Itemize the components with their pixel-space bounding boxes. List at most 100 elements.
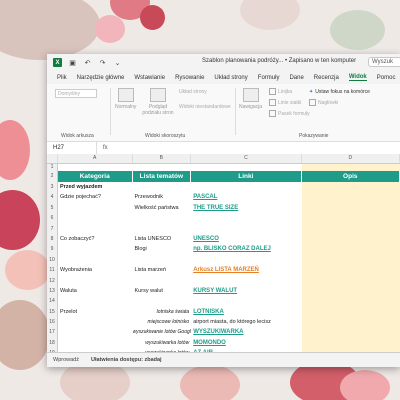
tab-widok[interactable]: Widok (348, 74, 367, 81)
cell-kategoria[interactable]: Przelot (58, 307, 133, 317)
cell-kategoria[interactable]: Wyobrażenia (58, 265, 133, 275)
cell-linki[interactable]: Arkusz LISTA MARZEŃ (191, 265, 301, 275)
cell-lista[interactable] (133, 276, 192, 286)
page-layout-button[interactable]: Układ strony (179, 89, 207, 95)
row-number[interactable]: 13 (47, 285, 58, 297)
hyperlink[interactable]: KURSY WALUT (193, 288, 237, 294)
cell-lista[interactable]: miejscowe lotnisko (133, 317, 192, 327)
cell-lista[interactable] (133, 182, 192, 192)
cell-lista[interactable]: Wielkość państwa (133, 203, 192, 213)
column-header-a[interactable]: A (58, 154, 133, 163)
cell-opis[interactable] (301, 244, 400, 255)
column-header-c[interactable]: C (191, 154, 302, 163)
custom-views-button[interactable]: Widoki niestandardowe (179, 104, 231, 110)
cell-linki[interactable]: UNESCO (191, 234, 301, 244)
cell-lista[interactable]: Lista marzeń (133, 265, 192, 275)
cell-opis[interactable] (301, 265, 400, 276)
sheet-view-dropdown[interactable]: Domyślny (55, 89, 97, 98)
header-kategoria[interactable]: Kategoria (57, 171, 133, 182)
save-icon[interactable]: ▣ (68, 58, 77, 67)
cell-opis[interactable] (301, 317, 400, 328)
row-number[interactable]: 17 (47, 327, 58, 338)
hyperlink[interactable]: UNESCO (193, 236, 219, 242)
cell-kategoria[interactable]: Przed wyjazdem (58, 182, 133, 192)
cell-opis[interactable] (301, 182, 400, 193)
cell-lista[interactable]: Przewodnik (133, 192, 192, 202)
cell-linki[interactable]: MOMONDO (191, 338, 301, 348)
undo-icon[interactable]: ↶ (83, 58, 92, 67)
cell-lista[interactable] (133, 213, 192, 223)
hyperlink[interactable]: WYSZUKIWARKA (193, 329, 243, 335)
cell-linki[interactable] (191, 276, 301, 286)
cell-linki[interactable]: PASCAL (191, 192, 301, 202)
hyperlink[interactable]: LOTNISKA (193, 309, 224, 315)
row-number[interactable]: 12 (47, 275, 58, 286)
cell-lista[interactable] (133, 224, 192, 234)
hyperlink[interactable]: np. BLISKO CORAZ DALEJ (193, 246, 271, 252)
tab-formuły[interactable]: Formuły (258, 75, 280, 81)
cell-linki[interactable] (191, 182, 301, 192)
cell-opis[interactable] (301, 337, 400, 349)
cell-linki[interactable]: WYSZUKIWARKA (191, 327, 301, 337)
row-number[interactable]: 16 (47, 317, 58, 328)
row-number[interactable]: 3 (47, 182, 58, 193)
column-header-b[interactable]: B (133, 154, 192, 163)
cell-lista[interactable]: Blogi (133, 244, 192, 254)
cell-lista[interactable] (133, 296, 192, 306)
cell-opis[interactable] (301, 233, 400, 245)
cell-linki[interactable]: np. BLISKO CORAZ DALEJ (191, 244, 301, 254)
cell-kategoria[interactable] (58, 244, 133, 254)
cell-opis[interactable] (301, 254, 400, 266)
cell-kategoria[interactable] (58, 338, 133, 348)
redo-icon[interactable]: ↷ (98, 58, 107, 67)
row-number[interactable]: 5 (47, 202, 58, 214)
normal-view-button[interactable]: Normalny (115, 88, 136, 110)
row-number[interactable]: 1 (47, 164, 58, 171)
cell-lista[interactable]: wyszukiwanie lotów Google (133, 327, 192, 337)
cell-linki[interactable]: airport miasta, do którego lecisz (191, 317, 301, 327)
cell-kategoria[interactable] (58, 224, 133, 234)
header-linki[interactable]: Linki (191, 171, 302, 182)
cell-linki[interactable] (191, 296, 301, 306)
hyperlink[interactable]: MOMONDO (193, 340, 226, 346)
cell-linki[interactable]: LOTNISKA (191, 307, 301, 317)
cell-opis[interactable] (301, 306, 400, 318)
header-opis[interactable]: Opis (301, 171, 400, 182)
tab-układ-strony[interactable]: Układ strony (214, 75, 247, 81)
cell-linki[interactable] (191, 213, 301, 223)
fx-icon[interactable]: fx (97, 145, 114, 151)
cell-opis[interactable] (301, 192, 400, 203)
ruler-checkbox[interactable]: Linijka (269, 88, 292, 95)
cell-kategoria[interactable] (58, 317, 133, 327)
cell-opis[interactable] (301, 285, 400, 297)
select-all-corner[interactable] (47, 154, 58, 163)
cell-opis[interactable] (301, 275, 400, 286)
search-input[interactable]: Wyszuk (368, 57, 400, 67)
cell-opis[interactable] (301, 223, 400, 234)
formula-bar-checkbox[interactable]: Pasek formuły (269, 110, 310, 117)
cell-opis[interactable] (301, 296, 400, 307)
tab-wstawianie[interactable]: Wstawianie (134, 75, 165, 81)
row-number[interactable]: 7 (47, 223, 58, 234)
cell-kategoria[interactable]: Waluta (58, 286, 133, 296)
accessibility-status[interactable]: Ułatwienia dostępu: zbadaj (91, 357, 162, 363)
tab-rysowanie[interactable]: Rysowanie (175, 75, 204, 81)
cell-opis[interactable] (301, 202, 400, 214)
cell-linki[interactable]: THE TRUE SIZE (191, 203, 301, 213)
cell-lista[interactable] (133, 255, 192, 265)
chevron-down-icon[interactable]: ⌄ (113, 58, 122, 67)
cell-lista[interactable]: lotniska świata (133, 307, 192, 317)
tab-plik[interactable]: Plik (57, 75, 67, 81)
column-header-d[interactable]: D (302, 154, 400, 163)
cell-kategoria[interactable] (58, 296, 133, 306)
row-number[interactable]: 9 (47, 244, 58, 255)
hyperlink[interactable]: Arkusz LISTA MARZEŃ (193, 267, 259, 273)
row-number[interactable]: 10 (47, 254, 58, 266)
cell-lista[interactable]: Lista UNESCO (133, 234, 192, 244)
row-number[interactable]: 2 (47, 171, 58, 182)
gridlines-checkbox[interactable]: Linie siatki (269, 99, 301, 106)
row-number[interactable]: 14 (47, 296, 58, 307)
cell-lista[interactable]: wyszukiwarka lotów (133, 338, 192, 348)
tab-recenzja[interactable]: Recenzja (314, 75, 339, 81)
row-number[interactable]: 8 (47, 233, 58, 245)
